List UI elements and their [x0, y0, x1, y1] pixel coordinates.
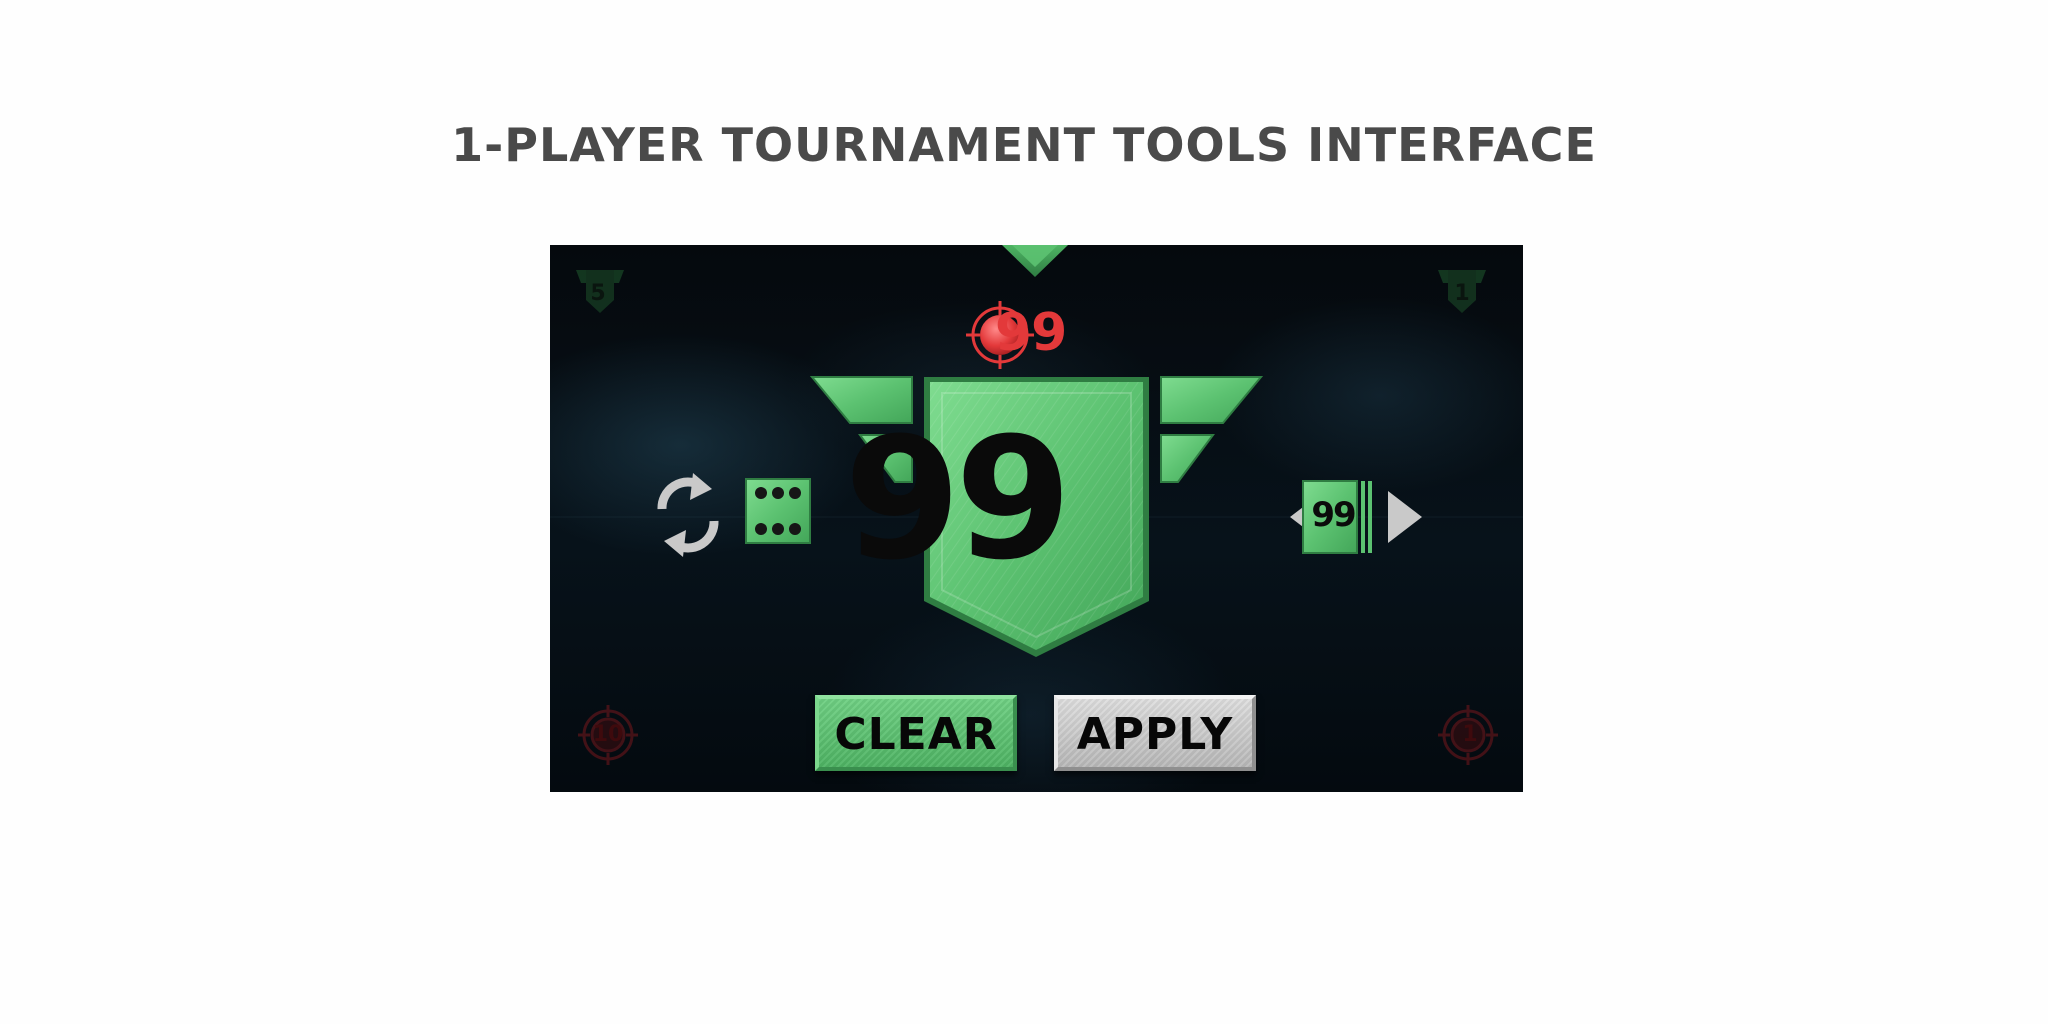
- dice-six-icon[interactable]: [745, 478, 811, 544]
- bottom-left-target-value: 10: [592, 722, 624, 747]
- bottom-right-target-value: 1: [1462, 722, 1478, 747]
- page-title: 1-PLAYER TOURNAMENT TOOLS INTERFACE: [451, 118, 1597, 172]
- top-left-badge-value: 5: [590, 281, 606, 306]
- main-badge-value: 99: [844, 401, 1072, 597]
- game-screen: 99 99 99 5 1 10 1 CLEAR APPLY: [550, 245, 1523, 792]
- score-value: 99: [995, 303, 1068, 363]
- clear-button[interactable]: CLEAR: [815, 695, 1017, 771]
- top-right-badge-value: 1: [1454, 281, 1470, 306]
- top-handle-tab[interactable]: [1002, 245, 1068, 277]
- card-value: 99: [1311, 495, 1356, 535]
- apply-button[interactable]: APPLY: [1054, 695, 1256, 771]
- refresh-icon[interactable]: [657, 473, 719, 557]
- arrow-right-icon[interactable]: [1388, 491, 1422, 543]
